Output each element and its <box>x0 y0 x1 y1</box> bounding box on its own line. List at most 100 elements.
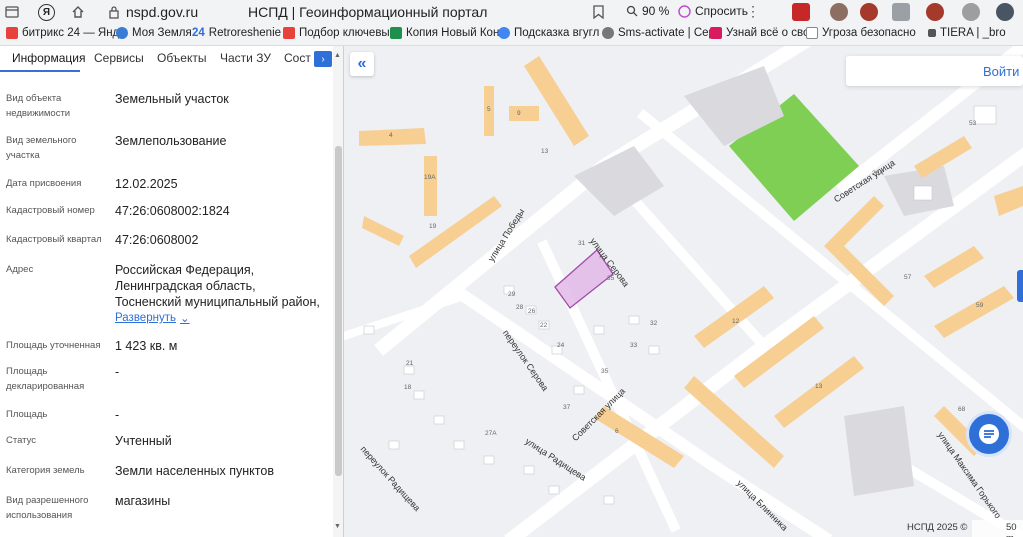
scroll-down-icon[interactable]: ▼ <box>334 523 341 530</box>
extension-icon[interactable] <box>962 3 980 21</box>
house-number: 4 <box>389 132 393 139</box>
house-number: 19А <box>424 174 436 181</box>
field-label: Дата присвоения <box>6 178 82 189</box>
house-number: 5 <box>487 106 491 113</box>
extension-icon[interactable] <box>926 3 944 21</box>
field-value: Земли населенных пунктов <box>115 464 274 478</box>
ask-icon <box>678 4 691 18</box>
bookmark-item[interactable]: Узнай всё о свои <box>710 27 816 39</box>
field-value: - <box>115 408 120 422</box>
bookmark-item[interactable]: TIERA | _bro <box>928 27 1006 39</box>
info-panel: Информация Сервисы Объекты Части ЗУ Сост… <box>0 46 344 537</box>
house-number: 28 <box>516 304 524 311</box>
house-number: 13 <box>815 383 823 390</box>
house-number: 35 <box>601 368 609 375</box>
road <box>455 287 833 537</box>
address-bar[interactable]: nspd.gov.ru <box>126 4 198 20</box>
extension-icon[interactable] <box>830 3 848 21</box>
field-value: 12.02.2025 <box>115 177 178 191</box>
ask-label: Спросить <box>695 4 748 18</box>
house-number: 22 <box>540 322 548 329</box>
field-label: Статус <box>6 435 37 446</box>
ask-button[interactable]: Спросить <box>678 4 748 18</box>
address-value: Российская Федерация, Ленинградская обла… <box>115 263 320 309</box>
house-number: 21 <box>406 360 414 367</box>
profile-avatar[interactable] <box>996 3 1014 21</box>
house-number: 37 <box>563 404 571 411</box>
field-label: Площадь уточненная <box>6 340 101 351</box>
bookmark-item[interactable]: Угроза безопасно <box>806 27 916 39</box>
house-number: 33 <box>630 342 638 349</box>
tabs-scroll-right-icon[interactable]: › <box>314 51 332 67</box>
zoom-control[interactable]: 90 % <box>626 4 669 18</box>
cadastral-quarter: 47:26:0608002 <box>115 233 199 247</box>
code-extension-icon[interactable] <box>892 3 910 21</box>
field-value: Земельный участок <box>115 92 229 106</box>
house-number: 24 <box>557 342 565 349</box>
house-number: 57 <box>904 274 912 281</box>
map-canvas[interactable] <box>344 46 1023 537</box>
panel-tabs: Информация Сервисы Объекты Части ЗУ Сост… <box>0 46 332 72</box>
field-label: Вид земельного участка <box>6 135 77 161</box>
house-number: 6 <box>615 428 619 435</box>
extension-icon[interactable] <box>860 3 878 21</box>
house-number: 13 <box>541 148 549 155</box>
zoom-icon <box>626 5 638 17</box>
house-number: 27А <box>485 430 497 437</box>
browser-toolbar: Я nspd.gov.ru НСПД | Геоинформационный п… <box>0 0 1023 24</box>
house-number: 28А <box>872 170 884 177</box>
expand-link[interactable]: Развернуть ⌄ <box>115 311 190 325</box>
side-panel-tab[interactable] <box>1017 270 1023 302</box>
bookmark-item[interactable]: 24 Retroreshenie <box>192 27 281 39</box>
bookmark-item[interactable]: битрикс 24 — Янд <box>6 27 119 39</box>
scrollbar-thumb[interactable] <box>335 146 342 476</box>
bookmark-item[interactable]: Копия Новый Кон <box>390 27 499 39</box>
zoom-value: 90 % <box>642 4 670 18</box>
collapse-icon: « <box>357 55 367 72</box>
field-label: Площадь <box>6 409 48 420</box>
chat-button[interactable] <box>966 411 1012 457</box>
field-label: Вид разрешенного использования <box>6 495 89 521</box>
house-number: 31 <box>578 240 586 247</box>
bookmark-item[interactable]: Моя Земля <box>116 27 192 39</box>
field-label: Площадь декларированная <box>6 366 85 392</box>
bookmark-icon[interactable] <box>590 4 606 20</box>
bookmark-item[interactable]: Sms-activate | Сер <box>602 27 715 39</box>
tabs-icon[interactable] <box>4 4 20 20</box>
active-tab-indicator <box>0 70 80 72</box>
cadastral-number: 47:26:0608002:1824 <box>115 204 230 218</box>
house-number: 18 <box>404 384 412 391</box>
tab-composition[interactable]: Сост <box>284 51 311 65</box>
field-value: - <box>115 365 120 379</box>
tab-services[interactable]: Сервисы <box>94 51 144 65</box>
extension-icon[interactable] <box>792 3 810 21</box>
more-icon[interactable]: ⋮ <box>746 3 760 20</box>
field-label: Категория земель <box>6 465 85 476</box>
field-label: Кадастровый номер <box>6 205 95 216</box>
map-view[interactable]: улица Победы улица Серова переулок Серов… <box>344 46 1023 537</box>
home-icon[interactable] <box>70 4 86 20</box>
house-number: 32 <box>650 320 658 327</box>
scroll-up-icon[interactable]: ▲ <box>334 52 341 59</box>
field-label: Кадастровый квартал <box>6 234 102 245</box>
house-number: 35 <box>607 275 615 282</box>
house-number: 12 <box>732 318 740 325</box>
tab-parts[interactable]: Части ЗУ <box>220 51 271 65</box>
house-number: 59 <box>976 302 984 309</box>
login-button[interactable]: Войти <box>983 64 1019 79</box>
collapse-panel-button[interactable]: « <box>350 52 374 76</box>
tab-info[interactable]: Информация <box>12 51 85 65</box>
map-scale-label: 50 m <box>1006 522 1017 537</box>
house-number: 19 <box>429 223 437 230</box>
bookmark-item[interactable]: Подсказка вгугл <box>498 27 599 39</box>
field-label: Вид объекта недвижимости <box>6 93 71 119</box>
page-title: НСПД | Геоинформационный портал <box>248 4 488 20</box>
bookmark-item[interactable]: Подбор ключевы <box>283 27 390 39</box>
yandex-logo[interactable]: Я <box>38 4 55 21</box>
chevron-down-icon: ⌄ <box>179 313 190 325</box>
bookmarks-bar: битрикс 24 — Янд Моя Земля 24 Retroreshen… <box>0 24 1023 46</box>
tab-objects[interactable]: Объекты <box>157 51 207 65</box>
area-value: 1 423 кв. м <box>115 339 178 353</box>
field-value: магазины <box>115 494 171 508</box>
house-number: 53 <box>969 120 977 127</box>
